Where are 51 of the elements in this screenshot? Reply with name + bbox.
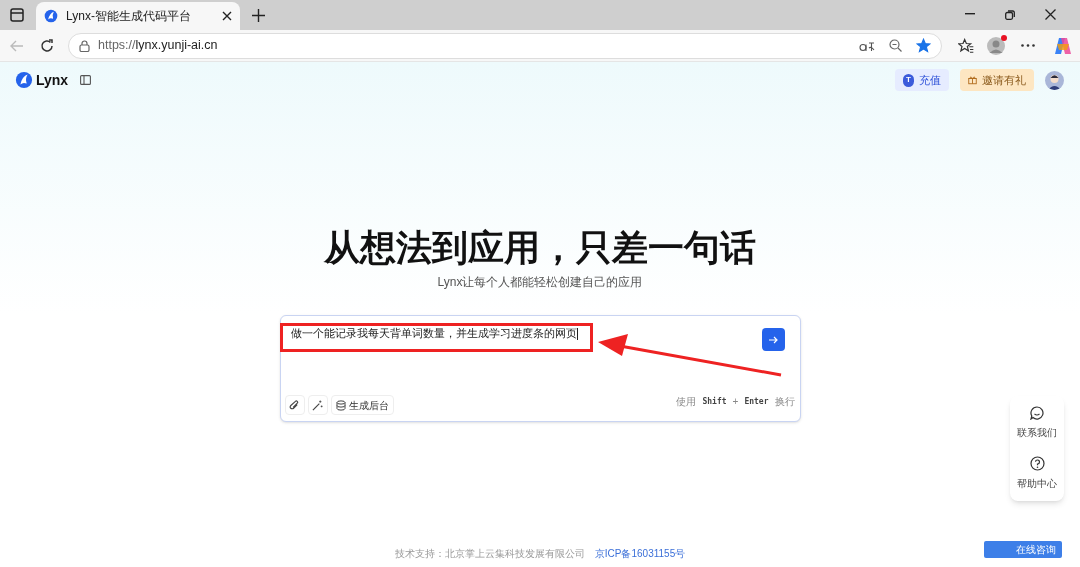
database-icon xyxy=(335,399,346,411)
shortcut-key: Enter xyxy=(744,395,769,408)
hero-subtitle: Lynx让每个人都能轻松创建自己的应用 xyxy=(437,274,643,291)
hint-text: 换行 xyxy=(774,395,795,409)
generate-backend-button[interactable]: 生成后台 xyxy=(330,395,394,415)
tab-title: Lynx-智能生成代码平台 xyxy=(66,8,192,25)
more-icon[interactable] xyxy=(1021,44,1035,47)
read-aloud-icon[interactable] xyxy=(859,39,875,52)
favorites-icon[interactable] xyxy=(958,38,974,53)
sidebar-toggle-icon[interactable] xyxy=(80,75,92,85)
lynx-logo-icon xyxy=(15,71,33,89)
icp-link[interactable]: 京ICP备16031155号 xyxy=(594,546,686,561)
hint-text: + xyxy=(732,395,739,409)
profile-avatar[interactable] xyxy=(987,36,1005,55)
send-button[interactable] xyxy=(761,328,785,351)
token-icon: T xyxy=(903,73,914,87)
invite-button[interactable]: 邀请有礼 xyxy=(960,69,1034,91)
footer-support-text: 技术支持：北京掌上云集科技发展有限公司 xyxy=(394,547,585,561)
zoom-out-icon[interactable] xyxy=(889,39,902,52)
minimize-icon[interactable] xyxy=(965,13,975,15)
close-window-icon[interactable] xyxy=(1045,9,1056,20)
paperclip-icon xyxy=(289,399,300,411)
lynx-logo[interactable]: Lynx xyxy=(15,69,69,91)
magic-wand-button[interactable] xyxy=(307,395,328,415)
online-chat-button[interactable]: 在线咨询 xyxy=(984,541,1062,558)
recharge-button[interactable]: T 充值 xyxy=(895,69,949,91)
contact-us-item[interactable]: 联系我们 xyxy=(1017,398,1057,448)
hero-title: 从想法到应用，只差一句话 xyxy=(324,226,756,270)
magic-wand-icon xyxy=(312,399,323,411)
shortcut-key: Shift xyxy=(702,395,727,408)
help-icon xyxy=(1029,456,1045,471)
new-tab-icon[interactable] xyxy=(252,9,265,22)
gift-icon xyxy=(968,74,977,86)
chat-bubble-icon xyxy=(1030,406,1044,420)
attach-button[interactable] xyxy=(284,395,305,415)
hint-text: 使用 xyxy=(676,395,697,409)
browser-tab[interactable]: Lynx-智能生成代码平台 xyxy=(36,2,240,30)
help-center-item[interactable]: 帮助中心 xyxy=(1017,448,1057,499)
reload-icon[interactable] xyxy=(40,38,54,53)
lock-icon xyxy=(79,39,90,52)
close-icon[interactable] xyxy=(222,11,232,21)
favicon-icon xyxy=(44,9,58,23)
user-avatar[interactable] xyxy=(1045,70,1064,90)
favorite-star-icon[interactable] xyxy=(916,38,931,53)
prompt-text: 做一个能记录我每天背单词数量，并生成学习进度条的网页 xyxy=(290,326,578,342)
prompt-input-card[interactable]: 做一个能记录我每天背单词数量，并生成学习进度条的网页 生成后台 使用 Shift + Enter 换行 xyxy=(279,315,801,422)
restore-icon[interactable] xyxy=(1005,10,1015,20)
url-text: https://lynx.yunji-ai.cn xyxy=(98,37,218,55)
tab-actions-icon[interactable] xyxy=(10,8,24,22)
address-bar[interactable]: https://lynx.yunji-ai.cn xyxy=(68,32,942,59)
arrow-right-icon xyxy=(768,335,778,344)
